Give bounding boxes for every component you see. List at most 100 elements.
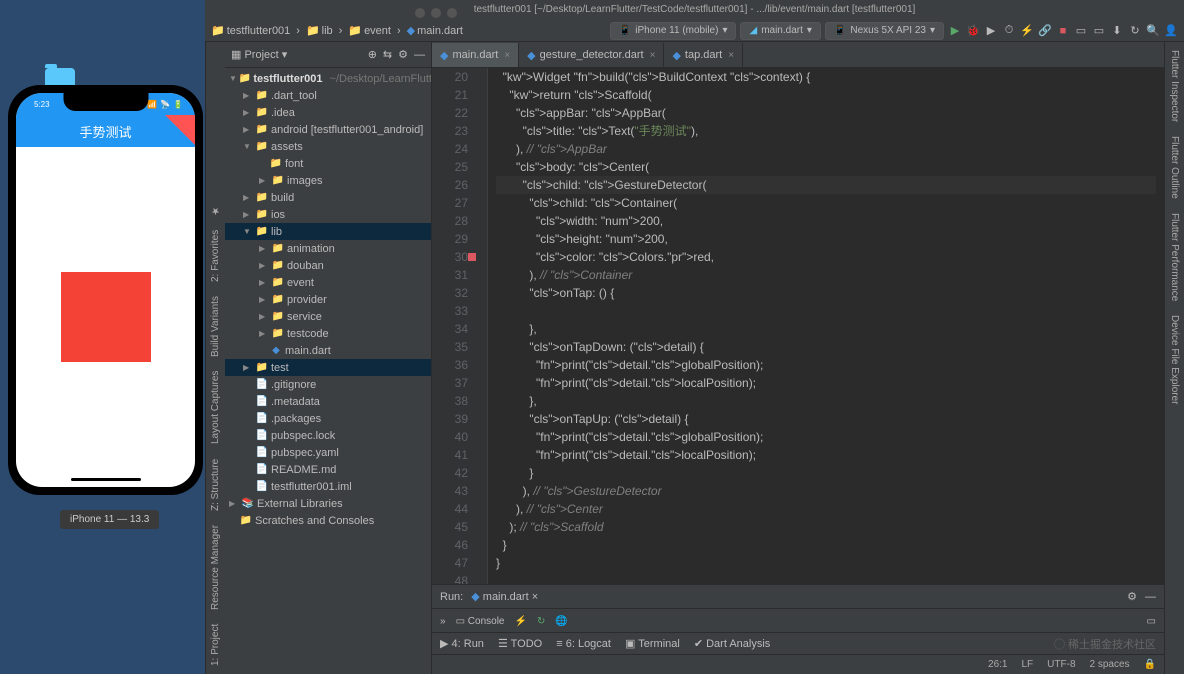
project-dropdown[interactable]: ▦ Project ▾ [231,48,287,61]
left-tool-rail[interactable]: 1: Project Resource Manager Z: Structure… [205,42,225,674]
tree-item[interactable]: 📄pubspec.yaml [225,444,431,461]
rail-structure[interactable]: Z: Structure [210,458,221,510]
collapse-icon[interactable]: ⇆ [383,48,392,61]
close-icon[interactable]: × [532,591,538,603]
run-tab[interactable]: ▶ 4: Run [440,637,484,650]
avd-icon[interactable]: ▭ [1092,24,1106,38]
stop-icon[interactable]: ■ [1056,24,1070,38]
star-icon[interactable]: ★ [210,205,221,216]
dart-analysis-tab[interactable]: ✔ Dart Analysis [694,637,770,650]
tree-item[interactable]: ▶📁.idea [225,104,431,121]
encoding[interactable]: UTF-8 [1047,659,1075,670]
tree-item[interactable]: 📄pubspec.lock [225,427,431,444]
close-window-icon[interactable] [415,8,425,18]
rail-flutter-outline[interactable]: Flutter Outline [1169,136,1180,199]
profile-icon[interactable]: ⏱ [1002,24,1016,38]
terminal-tab[interactable]: ▣ Terminal [625,637,680,650]
tree-item[interactable]: 📄README.md [225,461,431,478]
rail-project[interactable]: 1: Project [210,624,221,666]
debug-icon[interactable]: 🐞 [966,24,980,38]
tree-item[interactable]: 📁font [225,155,431,172]
sdk-icon[interactable]: ⬇ [1110,24,1124,38]
tree-item[interactable]: 📁Scratches and Consoles [225,512,431,529]
run-config-selector[interactable]: ◢main.dart ▾ [740,22,820,40]
run-icon[interactable]: ▶ [948,24,962,38]
tree-item-lib[interactable]: ▼📁lib [225,223,431,240]
search-icon[interactable]: 🔍 [1146,24,1160,38]
project-tree[interactable]: ▼📁testflutter001 ~/Desktop/LearnFlutter/… [225,68,431,674]
hide-icon[interactable]: — [414,49,425,61]
app-body[interactable] [16,147,195,487]
tree-item[interactable]: 📄testflutter001.iml [225,478,431,495]
todo-tab[interactable]: ☰ TODO [498,637,542,650]
tree-item[interactable]: ▼📁assets [225,138,431,155]
tab-gesture[interactable]: ◆gesture_detector.dart× [519,43,664,67]
rail-resource-manager[interactable]: Resource Manager [210,525,221,610]
tree-item[interactable]: ▶📁provider [225,291,431,308]
indent[interactable]: 2 spaces [1090,659,1130,670]
device-selector[interactable]: 📱iPhone 11 (mobile) ▾ [610,22,737,40]
console-tab[interactable]: ▭ Console [456,616,505,627]
sync-icon[interactable]: ↻ [1128,24,1142,38]
layout-icon[interactable]: ▭ [1147,616,1156,627]
lock-icon[interactable]: 🔒 [1144,659,1156,670]
avatar-icon[interactable]: 👤 [1164,24,1178,38]
tree-item[interactable]: ▶📁build [225,189,431,206]
hot-restart-icon[interactable]: ↻ [537,616,545,627]
line-sep[interactable]: LF [1022,659,1034,670]
tree-item[interactable]: ▶📁douban [225,257,431,274]
tree-root[interactable]: ▼📁testflutter001 ~/Desktop/LearnFlutter/ [225,70,431,87]
tree-item[interactable]: ▶📁images [225,172,431,189]
minimize-icon[interactable]: — [1145,591,1156,603]
red-square[interactable] [61,272,151,362]
layout-icon[interactable]: ▭ [1074,24,1088,38]
target-selector[interactable]: 📱Nexus 5X API 23 ▾ [825,22,944,40]
minimize-window-icon[interactable] [431,8,441,18]
tree-item[interactable]: 📄.metadata [225,393,431,410]
code-area[interactable]: 2021222324252627282930313233343536373839… [432,68,1164,584]
rail-flutter-inspector[interactable]: Flutter Inspector [1169,50,1180,122]
tree-item[interactable]: ▶📁animation [225,240,431,257]
target-icon[interactable]: ⊕ [368,48,377,61]
rail-build-variants[interactable]: Build Variants [210,296,221,357]
tree-item[interactable]: ▶📁.dart_tool [225,87,431,104]
rail-favorites[interactable]: 2: Favorites [210,230,221,282]
attach-icon[interactable]: 🔗 [1038,24,1052,38]
tree-item[interactable]: ▶📁testcode [225,325,431,342]
step-icon[interactable]: » [440,616,446,627]
tree-item[interactable]: ▶📁event [225,274,431,291]
close-tab-icon[interactable]: × [728,50,734,61]
rail-layout-captures[interactable]: Layout Captures [210,371,221,444]
tree-item[interactable]: 📄.packages [225,410,431,427]
close-tab-icon[interactable]: × [650,50,656,61]
tree-item[interactable]: ▶📚External Libraries [225,495,431,512]
tree-item-test[interactable]: ▶📁test [225,359,431,376]
line-gutter[interactable]: 2021222324252627282930313233343536373839… [432,68,474,584]
run-config[interactable]: ◆ main.dart × [471,590,538,603]
rail-device-file-explorer[interactable]: Device File Explorer [1169,315,1180,404]
gear-icon[interactable]: ⚙ [1127,590,1137,603]
close-tab-icon[interactable]: × [504,50,510,61]
tab-tap[interactable]: ◆tap.dart× [664,43,743,67]
rail-flutter-performance[interactable]: Flutter Performance [1169,213,1180,301]
tree-item[interactable]: ▶📁ios [225,206,431,223]
tree-item[interactable]: ▶📁android [testflutter001_android] [225,121,431,138]
code-content[interactable]: "kw">Widget "fn">build("cls">BuildContex… [488,68,1164,584]
open-devtools-icon[interactable]: 🌐 [555,616,567,627]
coverage-icon[interactable]: ▶ [984,24,998,38]
signal-icon: 📶 [147,100,157,109]
tree-item[interactable]: ▶📁service [225,308,431,325]
gear-icon[interactable]: ⚙ [398,48,408,61]
tree-item[interactable]: 📄.gitignore [225,376,431,393]
ios-simulator: 5:23 📶 📡 🔋 手势测试 [8,85,203,495]
hot-reload-icon[interactable]: ⚡ [515,616,527,627]
logcat-tab[interactable]: ≡ 6: Logcat [556,638,611,650]
project-panel-header[interactable]: ▦ Project ▾ ⊕ ⇆ ⚙ — [225,42,431,68]
right-tool-rail[interactable]: Flutter Inspector Flutter Outline Flutte… [1164,42,1184,674]
fold-gutter[interactable] [474,68,488,584]
hot-reload-icon[interactable]: ⚡ [1020,24,1034,38]
caret-position[interactable]: 26:1 [988,659,1007,670]
tab-main[interactable]: ◆main.dart× [432,43,519,67]
tree-item[interactable]: ◆main.dart [225,342,431,359]
maximize-window-icon[interactable] [447,8,457,18]
